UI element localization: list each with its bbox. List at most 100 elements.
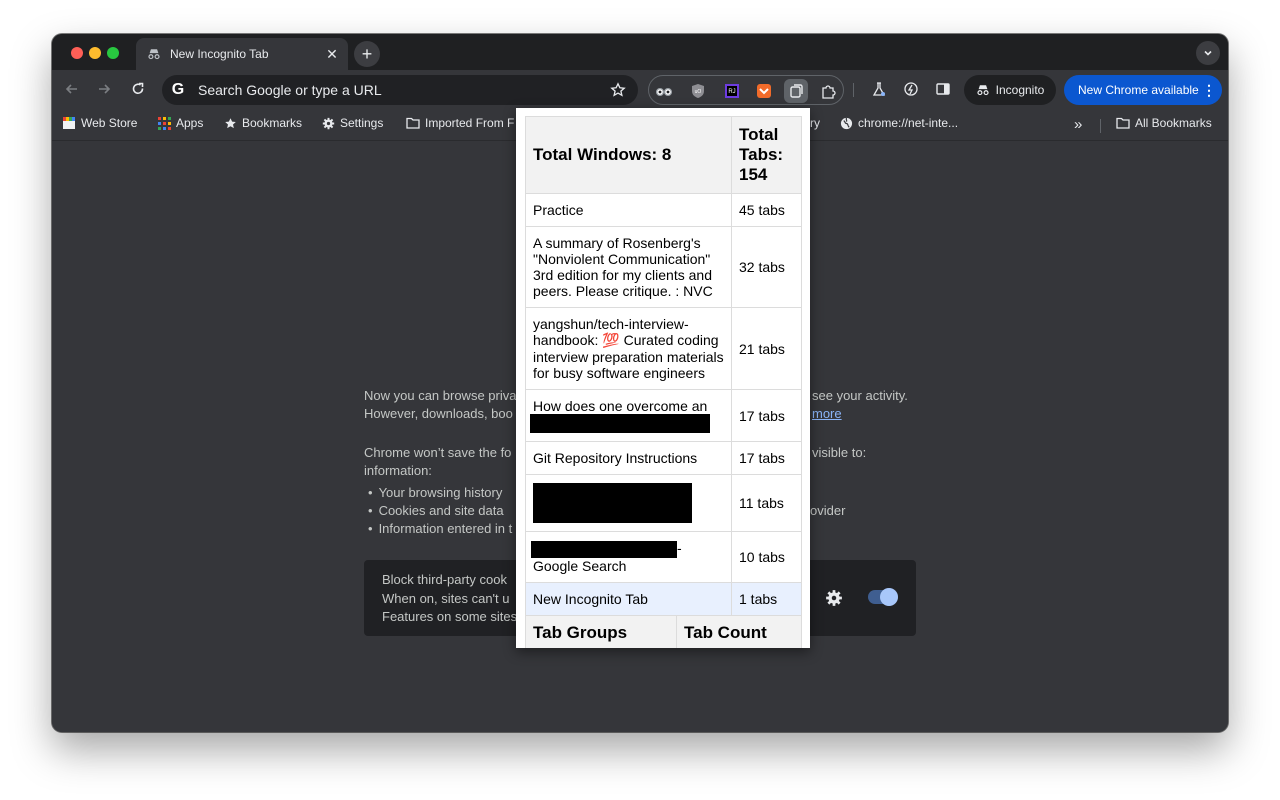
tab-counter-popup: Total Windows: 8 Total Tabs: 154 Practic… — [516, 108, 810, 648]
table-row[interactable]: How does one overcome an 17 tabs — [525, 389, 802, 442]
svg-text:RJ: RJ — [728, 89, 735, 95]
intro-line-1: Now you can browse priva see your activi… — [364, 387, 908, 405]
window-title-cell: - Google Search — [525, 531, 732, 583]
bookmark-apps[interactable]: Apps — [157, 116, 203, 130]
toggle-knob — [880, 588, 898, 606]
side-panel-icon[interactable] — [934, 80, 952, 98]
groups-header-row: Tab Groups Tab Count — [525, 615, 802, 648]
incognito-label: Incognito — [995, 83, 1045, 97]
extensions-group: uO RJ — [648, 75, 844, 105]
chrome-update-button[interactable]: New Chrome available ⋮ — [1064, 75, 1222, 105]
wont-save-line-1: Chrome won’t save the fo visible to: — [364, 444, 866, 462]
table-row-current-window[interactable]: New Incognito Tab 1 tabs — [525, 581, 802, 616]
wont-save-line-2: information: — [364, 463, 432, 478]
table-row[interactable]: Git Repository Instructions 17 tabs — [525, 441, 802, 475]
folder-icon — [406, 116, 420, 130]
intro-text-right: see your activity. — [812, 388, 908, 403]
tab-count: 17 tabs — [731, 441, 802, 475]
tab-count: 32 tabs — [731, 226, 802, 308]
wont-save-list: Your browsing history Cookies and site d… — [364, 484, 513, 538]
tab-count: 21 tabs — [731, 307, 802, 390]
table-row[interactable]: 11 tabs — [525, 474, 802, 532]
bookmark-settings[interactable]: Settings — [321, 116, 383, 130]
close-tab-icon[interactable]: ✕ — [324, 46, 340, 62]
bookmark-web-store[interactable]: Web Store — [62, 116, 137, 130]
table-row[interactable]: Practice 45 tabs — [525, 193, 802, 227]
star-icon — [223, 116, 237, 130]
table-header-row: Total Windows: 8 Total Tabs: 154 — [525, 116, 802, 194]
window-title-cell — [525, 474, 732, 532]
window-minimize-button[interactable] — [89, 47, 101, 59]
list-item: Your browsing history — [364, 484, 512, 502]
ublock-shield-icon[interactable]: uO — [689, 82, 707, 100]
block-cookies-toggle[interactable] — [868, 588, 898, 606]
window-title: Practice — [525, 193, 732, 227]
window-title: New Incognito Tab — [525, 581, 732, 616]
bookmark-label: All Bookmarks — [1135, 116, 1212, 130]
table-row[interactable]: - Google Search 10 tabs — [525, 531, 802, 583]
card-title: Block third-party cook — [382, 572, 507, 587]
tab-strip: New Incognito Tab ✕ + — [52, 34, 1228, 70]
window-title: A summary of Rosenberg's "Nonviolent Com… — [525, 226, 732, 308]
folder-icon — [1116, 116, 1130, 130]
reload-icon — [132, 82, 144, 95]
learn-more-link[interactable]: more — [812, 405, 842, 423]
gear-icon — [321, 116, 335, 130]
new-tab-button[interactable]: + — [354, 41, 380, 67]
extensions-puzzle-icon[interactable] — [819, 82, 837, 100]
bookmarks-overflow-button[interactable]: » — [1074, 116, 1082, 133]
bookmark-bookmarks[interactable]: Bookmarks — [223, 116, 302, 130]
window-close-button[interactable] — [71, 47, 83, 59]
bookmark-all-bookmarks[interactable]: All Bookmarks — [1116, 116, 1212, 130]
window-title: How does one overcome an — [533, 398, 708, 414]
window-title-cell: How does one overcome an — [525, 389, 732, 442]
redaction-block — [531, 540, 677, 558]
total-windows-header: Total Windows: 8 — [525, 116, 732, 194]
orange-extension-icon[interactable] — [755, 82, 773, 100]
tab-groups-header: Tab Groups — [525, 615, 677, 648]
tab-groups-table: Tab Groups Tab Count — [525, 615, 802, 648]
bookmark-history-partial[interactable]: ry — [810, 116, 820, 130]
tab-counter-extension-icon[interactable] — [784, 79, 808, 103]
incognito-profile-button[interactable]: Incognito — [964, 75, 1056, 105]
tab-search-button[interactable] — [1196, 41, 1220, 65]
apps-grid-icon — [157, 116, 171, 130]
update-label: New Chrome available — [1078, 83, 1199, 97]
back-button[interactable] — [62, 79, 82, 99]
svg-text:uO: uO — [695, 89, 702, 95]
tab-count-header: Tab Count — [676, 615, 802, 648]
intro-line-2: However, downloads, boo more — [364, 405, 842, 423]
tab-count: 45 tabs — [731, 193, 802, 227]
bookmark-label: Web Store — [81, 116, 138, 130]
forward-button[interactable] — [94, 79, 114, 99]
incognito-icon — [146, 46, 162, 62]
incognito-icon — [977, 85, 989, 96]
bookmark-folder-imported[interactable]: Imported From F — [406, 116, 514, 130]
jetbrains-extension-icon[interactable]: RJ — [723, 82, 741, 100]
omnibox[interactable]: G Search Google or type a URL — [162, 75, 638, 105]
toolbar-separator — [853, 83, 854, 97]
table-row[interactable]: yangshun/tech-interview-handbook: 💯 Cura… — [525, 307, 802, 390]
card-description: Features on some sites — [382, 609, 518, 624]
bookmark-label: Bookmarks — [242, 116, 303, 130]
bookmark-star-icon[interactable] — [608, 80, 628, 100]
wont-save-text-right: visible to: — [812, 445, 867, 460]
bookmark-label: Imported From F — [425, 116, 515, 130]
bookmark-net-internals[interactable]: chrome://net-inte... — [839, 116, 958, 130]
more-menu-icon[interactable]: ⋮ — [1202, 82, 1216, 99]
intro-text: However, downloads, boo — [364, 406, 513, 421]
gear-icon[interactable] — [824, 588, 844, 608]
tab-new-incognito[interactable]: New Incognito Tab ✕ — [136, 38, 348, 70]
performance-leaf-icon[interactable] — [902, 80, 920, 98]
table-row[interactable]: A summary of Rosenberg's "Nonviolent Com… — [525, 226, 802, 308]
tab-count: 17 tabs — [731, 389, 802, 442]
wont-save-text: Chrome won’t save the fo — [364, 445, 512, 460]
window-title: yangshun/tech-interview-handbook: 💯 Cura… — [525, 307, 732, 390]
glasses-extension-icon[interactable] — [655, 82, 673, 100]
reload-button[interactable] — [128, 79, 148, 99]
bullet-right-text: ovider — [810, 503, 846, 518]
window-title: Git Repository Instructions — [525, 441, 732, 475]
forward-arrow-icon — [99, 84, 111, 94]
window-maximize-button[interactable] — [107, 47, 119, 59]
labs-flask-icon[interactable] — [870, 80, 888, 98]
